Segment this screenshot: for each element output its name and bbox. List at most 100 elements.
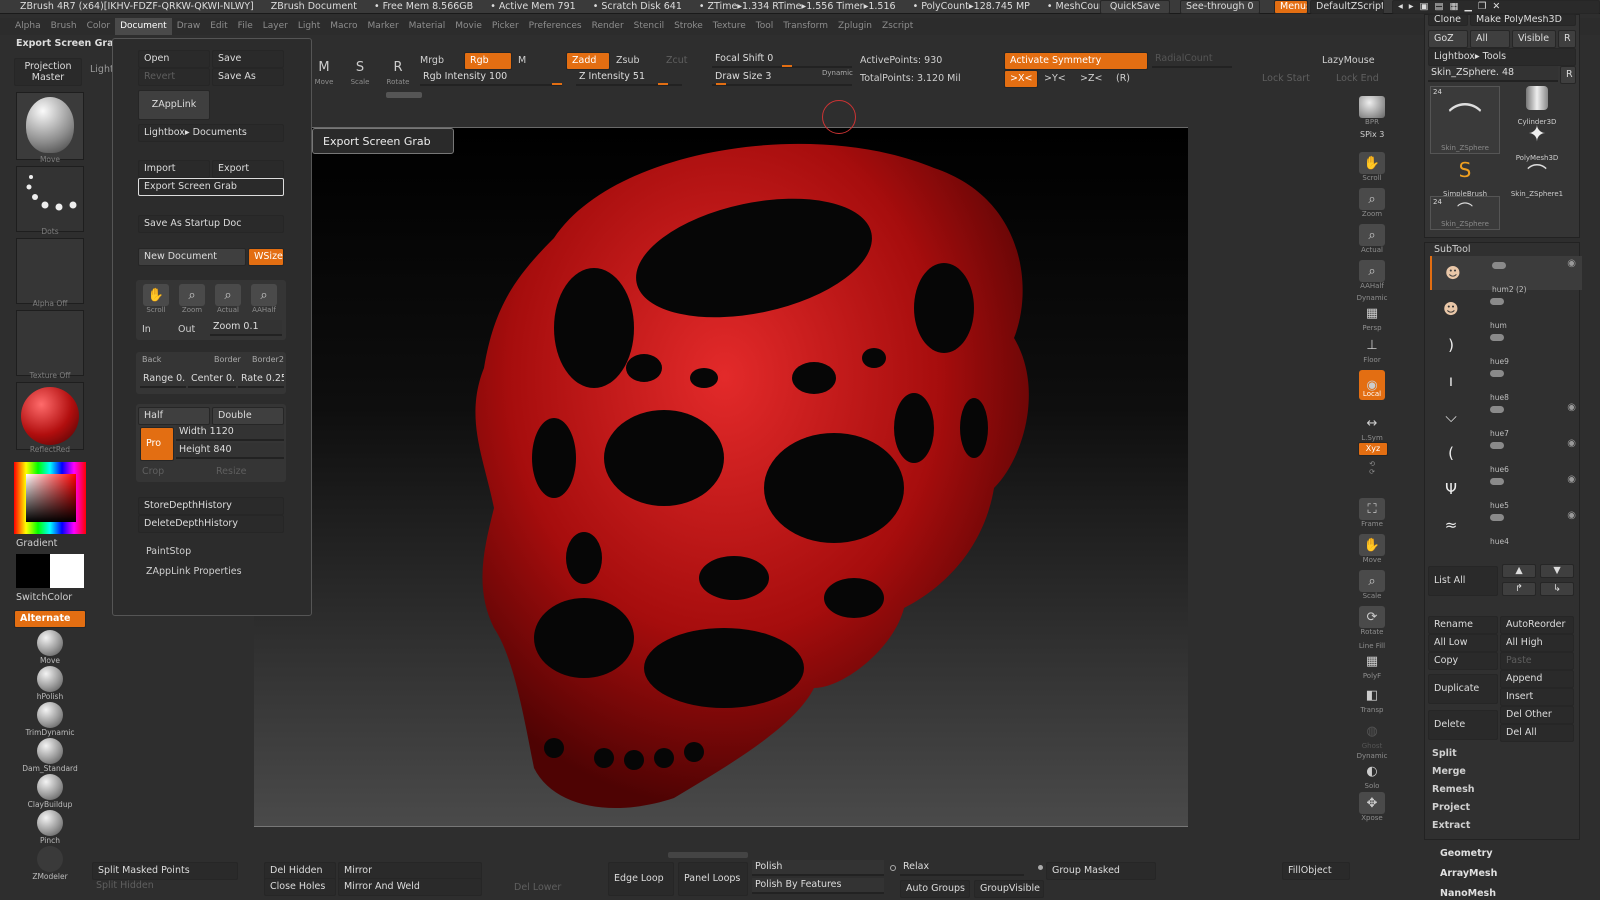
subtool-toggle[interactable]: [1490, 442, 1504, 449]
wsize-button[interactable]: WSize: [248, 248, 284, 266]
spix-slider[interactable]: SPix 3: [1360, 130, 1384, 139]
skull-model[interactable]: [254, 128, 1188, 828]
floor-button[interactable]: ⊥ Floor: [1356, 334, 1388, 365]
menu-texture[interactable]: Texture: [708, 18, 751, 35]
lock-icon[interactable]: ▦: [1450, 1, 1465, 12]
color-square[interactable]: [26, 474, 76, 522]
zadd-button[interactable]: Zadd: [566, 52, 610, 70]
insert-button[interactable]: Insert: [1500, 688, 1574, 706]
goz-r-button[interactable]: R: [1558, 30, 1576, 48]
rt-move-button[interactable]: ✋ Move: [1356, 534, 1388, 564]
secondary-color-swatch[interactable]: [50, 554, 84, 588]
doc-aahalf-button[interactable]: ⌕ AAHalf: [248, 284, 280, 314]
height-slider[interactable]: Height 840: [176, 443, 284, 459]
move-down-all-button[interactable]: ↳: [1540, 582, 1574, 596]
menu-macro[interactable]: Macro: [325, 18, 362, 35]
menu-material[interactable]: Material: [404, 18, 451, 35]
xpose-button[interactable]: ✥ Xpose: [1356, 792, 1388, 822]
export-screen-grab-button[interactable]: Export Screen Grab: [138, 178, 284, 196]
zoom-out-button[interactable]: Out: [178, 324, 195, 335]
restore-icon[interactable]: ❐: [1478, 1, 1493, 12]
rt-actual-button[interactable]: ⌕ Actual: [1356, 224, 1388, 254]
minimize-icon[interactable]: ▁: [1465, 1, 1478, 12]
split-hidden-button[interactable]: Split Hidden: [96, 880, 154, 891]
clone-button[interactable]: Clone: [1428, 14, 1468, 26]
toolbar-icon[interactable]: ▣: [1420, 1, 1435, 12]
solo-button[interactable]: Dynamic ◐ Solo: [1356, 752, 1388, 790]
tool-thumb-polymesh3d[interactable]: ✦ PolyMesh3D: [1502, 122, 1572, 162]
group-masked-radio[interactable]: [1038, 865, 1043, 870]
alternate-button[interactable]: Alternate: [14, 610, 86, 628]
extract-section[interactable]: Extract: [1432, 820, 1470, 831]
rt-scale-button[interactable]: ⌕ Scale: [1356, 570, 1388, 600]
menu-picker[interactable]: Picker: [487, 18, 524, 35]
menu-color[interactable]: Color: [82, 18, 116, 35]
lock-end-button[interactable]: Lock End: [1336, 73, 1379, 84]
all-low-button[interactable]: All Low: [1428, 634, 1498, 652]
doc-scroll-button[interactable]: ✋ Scroll: [140, 284, 172, 314]
menus-button[interactable]: Menus: [1274, 0, 1308, 14]
del-all-button[interactable]: Del All: [1500, 724, 1574, 742]
double-button[interactable]: Double: [212, 407, 284, 425]
subtool-toggle[interactable]: [1490, 298, 1504, 305]
canvas[interactable]: [254, 127, 1188, 827]
edge-loop-button[interactable]: Edge Loop: [608, 862, 674, 896]
menu-movie[interactable]: Movie: [450, 18, 487, 35]
rotate-mode[interactable]: R Rotate: [382, 56, 414, 87]
polish-slider[interactable]: Polish: [752, 860, 884, 876]
border2-color-button[interactable]: Border2: [252, 355, 284, 364]
zcut-button[interactable]: Zcut: [666, 55, 687, 66]
menu-transform[interactable]: Transform: [778, 18, 833, 35]
lightbox-tools-button[interactable]: Lightbox▸ Tools: [1428, 48, 1576, 66]
export-button[interactable]: Export: [212, 160, 284, 178]
skin-zsphere-r-button[interactable]: R: [1560, 66, 1576, 84]
symmetry-z-button[interactable]: >Z<: [1080, 73, 1102, 84]
import-button[interactable]: Import: [138, 160, 210, 178]
menu-document[interactable]: Document: [115, 18, 172, 35]
arraymesh-section[interactable]: ArrayMesh: [1440, 868, 1497, 879]
merge-section[interactable]: Merge: [1432, 766, 1466, 777]
split-masked-points-button[interactable]: Split Masked Points: [92, 862, 238, 880]
polish-by-features-slider[interactable]: Polish By Features: [752, 878, 884, 894]
brush-dam-standard[interactable]: Dam_Standard: [16, 738, 84, 773]
radial-count-slider[interactable]: RadialCount: [1152, 52, 1232, 68]
menu-edit[interactable]: Edit: [205, 18, 232, 35]
brush-hpolish[interactable]: hPolish: [16, 666, 84, 701]
see-through-slider[interactable]: See-through 0: [1180, 0, 1260, 14]
save-button[interactable]: Save: [212, 50, 284, 68]
split-section[interactable]: Split: [1432, 748, 1457, 759]
bpr-button[interactable]: BPR: [1356, 96, 1388, 126]
rt-scroll-button[interactable]: ✋ Scroll: [1356, 152, 1388, 182]
menu-zscript[interactable]: Zscript: [877, 18, 918, 35]
duplicate-button[interactable]: Duplicate: [1428, 674, 1498, 704]
rgb-intensity-slider[interactable]: Rgb Intensity 100: [420, 70, 562, 86]
rotate-lock-buttons[interactable]: ⟲ ⟳: [1356, 460, 1388, 476]
subtool-toggle[interactable]: [1490, 370, 1504, 377]
color-picker[interactable]: [14, 462, 86, 534]
tool-thumb-skin-zsphere1[interactable]: ⌒ Skin_ZSphere1: [1502, 158, 1572, 198]
subtool-toggle[interactable]: [1490, 334, 1504, 341]
delete-button[interactable]: Delete: [1428, 710, 1498, 740]
goz-button[interactable]: GoZ: [1428, 30, 1468, 48]
relax-slider[interactable]: Relax: [900, 860, 1024, 876]
zapplink-button[interactable]: ZAppLink: [138, 90, 210, 120]
close-holes-button[interactable]: Close Holes: [264, 878, 336, 896]
shelf-scroll-handle[interactable]: [386, 92, 422, 98]
auto-groups-button[interactable]: Auto Groups: [900, 880, 970, 898]
save-as-button[interactable]: Save As: [212, 68, 284, 86]
texture-thumb[interactable]: [16, 310, 84, 376]
menu-stencil[interactable]: Stencil: [629, 18, 669, 35]
autoreorder-button[interactable]: AutoReorder: [1500, 616, 1574, 634]
half-button[interactable]: Half: [138, 407, 210, 425]
eye-icon[interactable]: ◉: [1567, 510, 1576, 521]
subtool-row[interactable]: ⌵ ◉ hue7: [1430, 400, 1582, 438]
material-thumb[interactable]: [16, 382, 84, 450]
lsym-button[interactable]: ↔ L.Sym: [1356, 412, 1388, 443]
xyz-button[interactable]: Xyz: [1358, 442, 1388, 456]
nav-arrows-icon[interactable]: ◂▸: [1398, 1, 1420, 12]
move-down-button[interactable]: ▼: [1540, 564, 1574, 578]
resize-button[interactable]: Resize: [216, 466, 246, 477]
local-button[interactable]: ◉ Local: [1356, 370, 1388, 400]
paste-button[interactable]: Paste: [1500, 652, 1574, 670]
group-visible-button[interactable]: GroupVisible: [974, 880, 1044, 898]
